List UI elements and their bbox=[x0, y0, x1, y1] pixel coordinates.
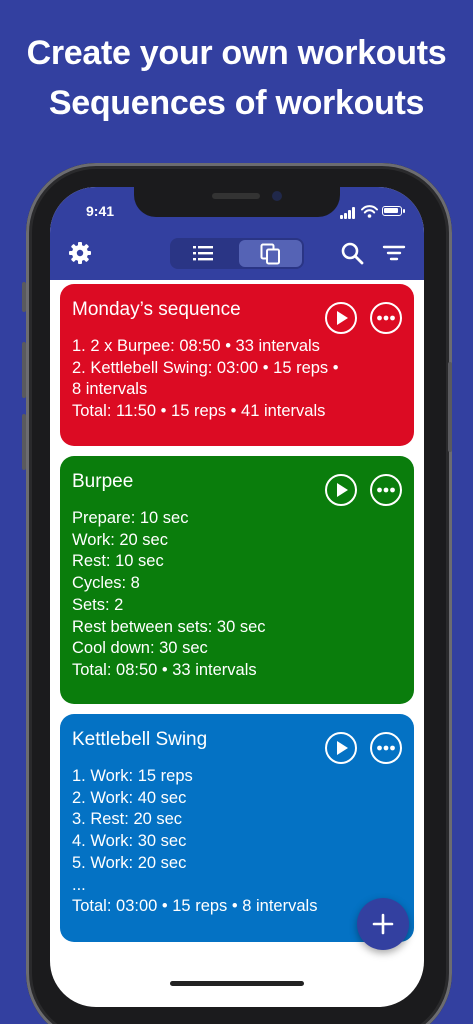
status-time: 9:41 bbox=[86, 203, 115, 219]
card-line: Total: 03:00 • 15 reps • 8 intervals bbox=[72, 897, 318, 916]
card-line: 5. Work: 20 sec bbox=[72, 853, 187, 872]
add-workout-button[interactable] bbox=[357, 898, 409, 950]
wifi-icon bbox=[361, 205, 378, 218]
card-line: 1. 2 x Burpee: 08:50 • 33 intervals bbox=[72, 337, 320, 355]
card-details: Prepare: 10 sec Work: 20 sec Rest: 10 se… bbox=[72, 508, 402, 682]
card-line: 2. Work: 40 sec bbox=[72, 788, 187, 807]
card-line: 1. Work: 15 reps bbox=[72, 767, 193, 785]
ellipsis-icon bbox=[377, 487, 395, 493]
play-icon bbox=[337, 311, 348, 325]
card-line: Cycles: 8 bbox=[72, 574, 140, 593]
search-icon[interactable] bbox=[338, 239, 366, 267]
ellipsis-icon bbox=[377, 745, 395, 751]
more-options-button[interactable] bbox=[370, 474, 402, 506]
phone-screen: 9:41 Monday’s sequence 1. 2 x Burpee: 08… bbox=[50, 187, 424, 1007]
more-options-button[interactable] bbox=[370, 302, 402, 334]
battery-tip bbox=[403, 209, 405, 213]
notch bbox=[134, 187, 340, 217]
more-options-button[interactable] bbox=[370, 732, 402, 764]
play-button[interactable] bbox=[325, 302, 357, 334]
card-line: 2. Kettlebell Swing: 03:00 • 15 reps • bbox=[72, 358, 339, 377]
card-line: ... bbox=[72, 875, 86, 894]
card-line: 3. Rest: 20 sec bbox=[72, 810, 183, 829]
view-segmented-control bbox=[170, 238, 304, 269]
play-button[interactable] bbox=[325, 732, 357, 764]
gear-icon[interactable] bbox=[66, 239, 94, 267]
speaker bbox=[212, 193, 260, 199]
phone-volume-up bbox=[22, 342, 26, 398]
promo-line-1: Create your own workouts bbox=[26, 34, 447, 72]
card-line: Cool down: 30 sec bbox=[72, 639, 208, 658]
card-line: Rest between sets: 30 sec bbox=[72, 617, 266, 636]
filter-icon[interactable] bbox=[380, 239, 408, 267]
card-line: 4. Work: 30 sec bbox=[72, 832, 187, 851]
list-icon bbox=[193, 246, 213, 261]
status-icons bbox=[340, 205, 410, 219]
workout-card-burpee[interactable]: Burpee Prepare: 10 sec Work: 20 sec Rest… bbox=[60, 456, 414, 704]
app-header: 9:41 bbox=[50, 187, 424, 280]
card-line: Total: 08:50 • 33 intervals bbox=[72, 660, 257, 679]
plus-icon bbox=[372, 913, 394, 935]
card-line: Total: 11:50 • 15 reps • 41 intervals bbox=[72, 402, 326, 421]
battery-icon bbox=[382, 206, 402, 216]
segment-list[interactable] bbox=[172, 240, 235, 267]
card-details: 1. Work: 15 reps 2. Work: 40 sec 3. Rest… bbox=[72, 766, 402, 918]
phone-volume-down bbox=[22, 414, 26, 470]
play-icon bbox=[337, 741, 348, 755]
card-line: Rest: 10 sec bbox=[72, 552, 164, 571]
segment-sequences[interactable] bbox=[239, 240, 302, 267]
camera bbox=[272, 191, 282, 201]
ellipsis-icon bbox=[377, 315, 395, 321]
card-line: 8 intervals bbox=[72, 380, 148, 399]
phone-power-button bbox=[448, 362, 452, 452]
card-details: 1. 2 x Burpee: 08:50 • 33 intervals 2. K… bbox=[72, 336, 402, 423]
card-line: Prepare: 10 sec bbox=[72, 509, 189, 527]
play-button[interactable] bbox=[325, 474, 357, 506]
promo-headline: Create your own workouts Sequences of wo… bbox=[0, 28, 473, 128]
play-icon bbox=[337, 483, 348, 497]
home-indicator bbox=[170, 981, 304, 986]
phone-side-button bbox=[22, 282, 26, 312]
sequence-card-monday[interactable]: Monday’s sequence 1. 2 x Burpee: 08:50 •… bbox=[60, 284, 414, 446]
copy-icon bbox=[260, 243, 280, 265]
card-line: Work: 20 sec bbox=[72, 530, 168, 549]
card-line: Sets: 2 bbox=[72, 595, 124, 614]
promo-line-2: Sequences of workouts bbox=[48, 84, 425, 122]
